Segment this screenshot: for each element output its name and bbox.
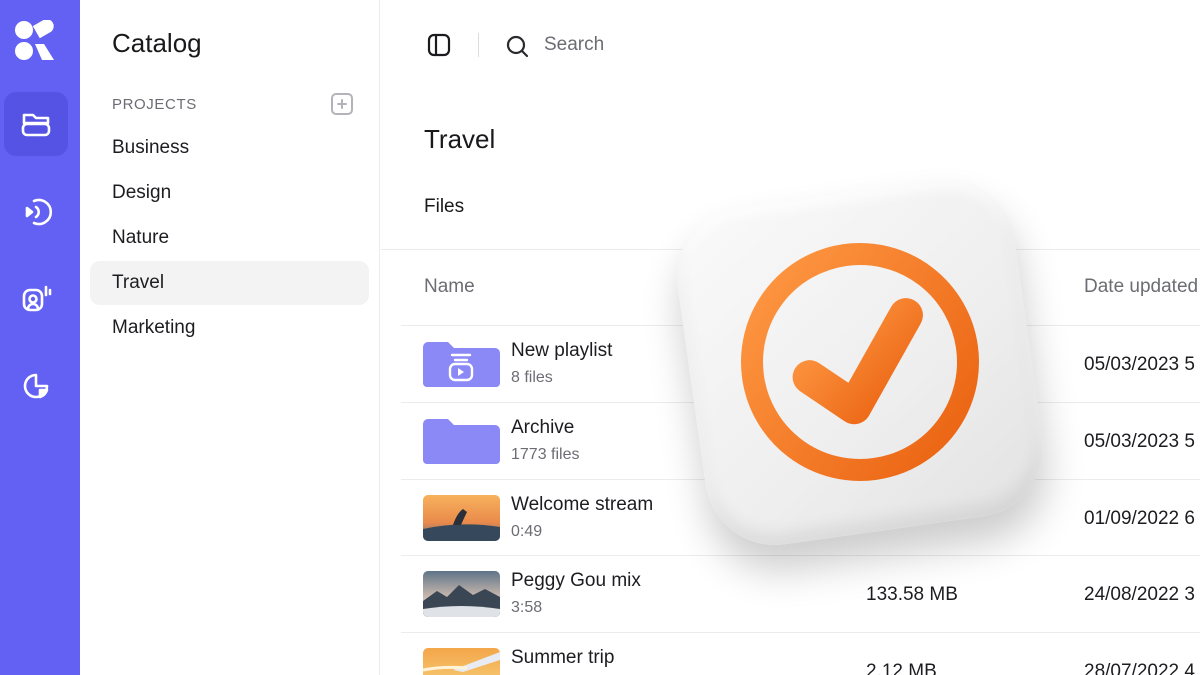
row-name: Peggy Gou mix	[511, 570, 641, 591]
sunset-thumbnail	[423, 495, 500, 541]
row-name: New playlist	[511, 340, 613, 361]
sidebar: Catalog PROJECTS Business Design Nature …	[80, 0, 380, 675]
row-meta: 1773 files	[511, 446, 580, 463]
folder-stack-icon[interactable]	[4, 92, 68, 156]
broadcast-icon[interactable]	[4, 180, 68, 244]
sidebar-toggle-icon[interactable]	[427, 33, 451, 57]
column-header-name[interactable]: Name	[424, 276, 475, 298]
folder-icon	[423, 418, 500, 464]
playlist-folder-icon	[423, 341, 500, 387]
chart-icon[interactable]	[4, 354, 68, 418]
search-icon[interactable]	[505, 34, 529, 58]
mountain-thumbnail	[423, 571, 500, 617]
sidebar-item-travel[interactable]: Travel	[90, 261, 369, 305]
row-date: 01/09/2022 6	[1084, 508, 1195, 529]
column-header-date[interactable]: Date updated	[1084, 276, 1198, 298]
row-name: Summer trip	[511, 647, 615, 668]
row-size: 133.58 MB	[866, 584, 958, 605]
sidebar-item-design[interactable]: Design	[90, 171, 369, 215]
add-project-button[interactable]	[331, 93, 353, 115]
plane-thumbnail	[423, 648, 500, 675]
icon-rail	[0, 0, 80, 675]
row-date: 24/08/2022 3	[1084, 584, 1195, 605]
row-date: 05/03/2023 5	[1084, 354, 1195, 375]
sidebar-item-marketing[interactable]: Marketing	[90, 306, 369, 350]
row-size: 2.12 MB	[866, 661, 937, 675]
sidebar-item-nature[interactable]: Nature	[90, 216, 369, 260]
toolbar-divider	[478, 33, 479, 57]
row-name: Welcome stream	[511, 494, 654, 515]
table-row[interactable]: Peggy Gou mix 3:58 133.58 MB 24/08/2022 …	[401, 555, 1200, 631]
page-title: Travel	[424, 124, 496, 154]
projects-heading: PROJECTS	[112, 96, 197, 113]
tab-files[interactable]: Files	[424, 196, 464, 218]
row-meta: 8 files	[511, 369, 553, 386]
app-logo[interactable]	[14, 20, 56, 62]
search-input[interactable]	[544, 31, 844, 59]
check-circle-icon	[667, 169, 1053, 555]
row-date: 28/07/2022 4	[1084, 661, 1195, 675]
row-meta: 3:58	[511, 599, 543, 616]
table-row[interactable]: Summer trip 2.12 MB 28/07/2022 4	[401, 632, 1200, 675]
sidebar-title: Catalog	[112, 28, 202, 58]
sidebar-item-business[interactable]: Business	[90, 126, 369, 170]
mic-user-icon[interactable]	[4, 266, 68, 330]
row-name: Archive	[511, 417, 575, 438]
row-date: 05/03/2023 5	[1084, 431, 1195, 452]
row-meta: 0:49	[511, 523, 543, 540]
